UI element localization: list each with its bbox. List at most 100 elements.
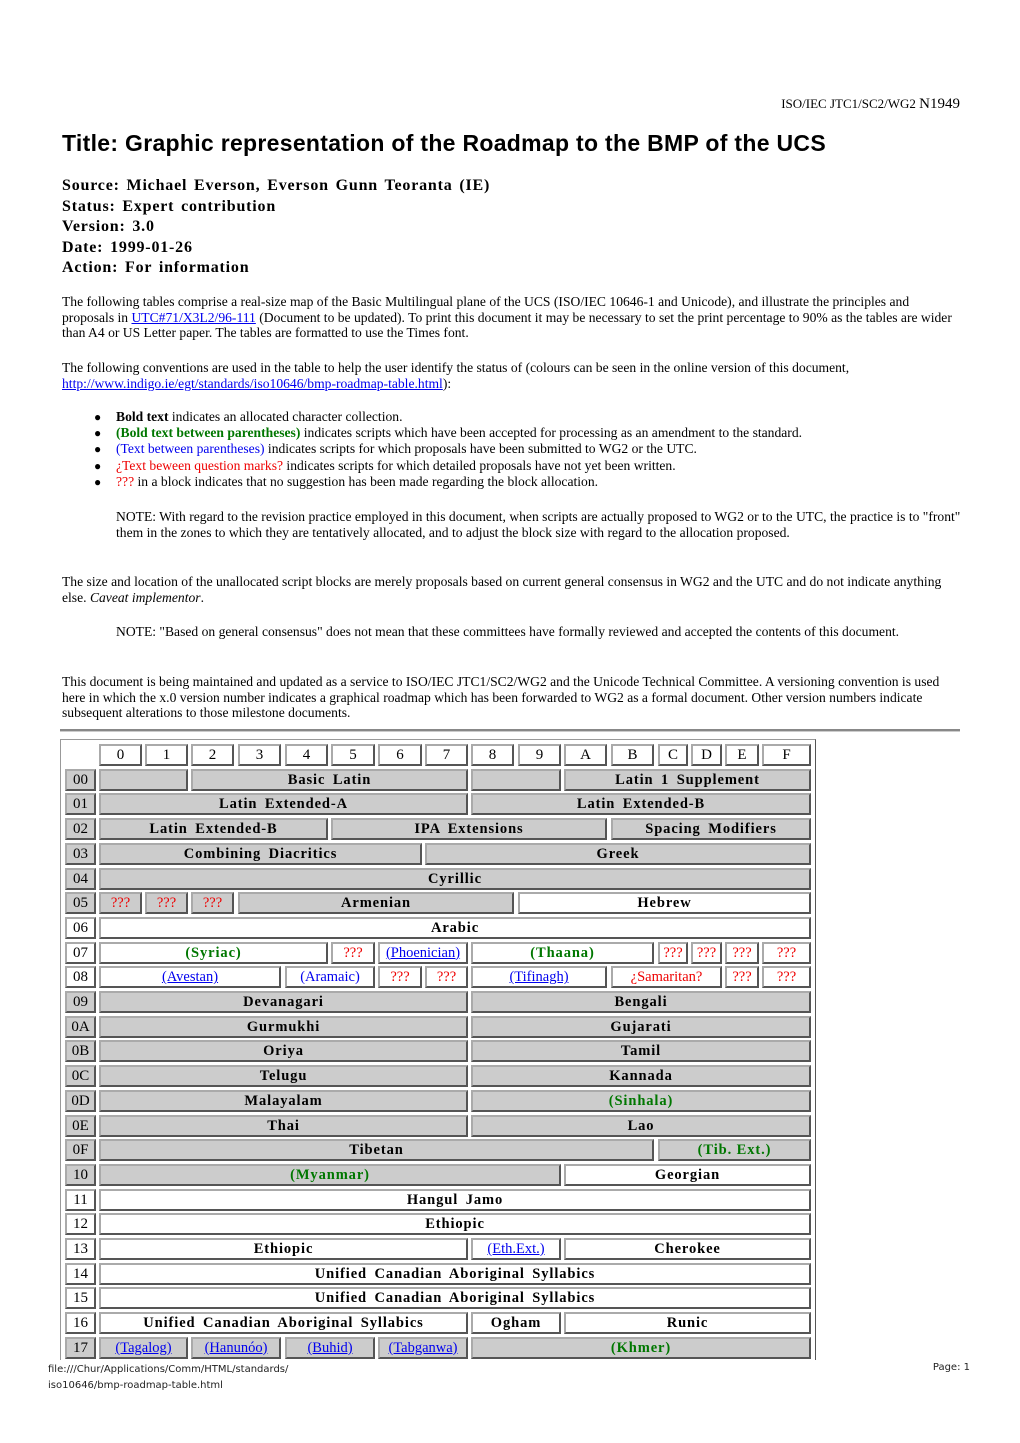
note-general-consensus: NOTE: "Based on general consensus" does …: [116, 624, 900, 639]
block-label: ???: [663, 944, 683, 961]
document-reference: ISO/IEC JTC1/SC2/WG2 N1949: [781, 96, 960, 113]
script-block: Armenian: [238, 892, 514, 915]
page-title: Title: Graphic representation of the Roa…: [62, 130, 826, 156]
block-label[interactable]: (Buhid): [307, 1340, 352, 1356]
script-block: Ethiopic: [99, 1213, 811, 1236]
row-header: 12: [65, 1213, 96, 1236]
bullet-icon: ●: [94, 458, 102, 473]
proposed-script-link[interactable]: (Tabganwa): [378, 1336, 468, 1359]
row-header: 05: [65, 892, 96, 915]
legend-sample-blue: (Text between parentheses): [116, 441, 265, 457]
script-block: Spacing Modifiers: [611, 818, 811, 841]
block-label[interactable]: (Eth.Ext.): [487, 1241, 544, 1257]
accepted-script-block: (Myanmar): [99, 1163, 561, 1186]
proposed-script-link[interactable]: (Buhid): [285, 1336, 375, 1359]
row-header: 01: [65, 793, 96, 816]
script-block: Hangul Jamo: [99, 1188, 811, 1211]
block-label[interactable]: (Tagalog): [115, 1340, 171, 1356]
column-header: 0: [99, 744, 142, 766]
script-block: Thai: [99, 1114, 468, 1137]
proposed-script-link[interactable]: (Hanunóo): [191, 1336, 281, 1359]
legend-sample-bold: Bold text: [116, 409, 169, 424]
block-label: ¿Samaritan?: [630, 969, 703, 986]
empty-block: [471, 768, 561, 791]
script-block: Georgian: [564, 1163, 811, 1186]
script-block: Unified Canadian Aboriginal Syllabics: [99, 1262, 811, 1285]
block-label[interactable]: (Tabganwa): [388, 1340, 457, 1356]
column-header: 8: [471, 744, 514, 766]
legend-item: ● Bold text indicates an allocated charac…: [94, 409, 802, 425]
block-label: Unified Canadian Aboriginal Syllabics: [143, 1315, 424, 1332]
proposed-script-link[interactable]: (Avestan): [99, 966, 281, 989]
block-label: Unified Canadian Aboriginal Syllabics: [314, 1290, 596, 1307]
block-label[interactable]: (Tifinagh): [509, 969, 568, 985]
column-header: 9: [518, 744, 561, 766]
block-label: ???: [732, 969, 752, 986]
script-block: Latin Extended-B: [471, 793, 811, 816]
script-block: Cherokee: [564, 1238, 811, 1260]
script-block: Bengali: [471, 991, 811, 1013]
row-header: 10: [65, 1163, 96, 1186]
utc-document-link[interactable]: UTC#71/X3L2/96-111: [131, 310, 255, 325]
empty-block: [99, 768, 188, 791]
script-block: Telugu: [99, 1065, 468, 1088]
block-label: Unified Canadian Aboriginal Syllabics: [314, 1265, 596, 1282]
legend-item: ● (Text between parentheses) indicates sc…: [94, 441, 802, 457]
block-label: ???: [156, 895, 177, 912]
block-label: Latin Extended-B: [149, 821, 278, 838]
unassigned-block: ???: [99, 892, 142, 915]
legend-item: ● (Bold text between parentheses) indicat…: [94, 425, 802, 441]
legend-description: indicates scripts for which proposals ha…: [264, 441, 697, 457]
online-version-link[interactable]: http://www.indigo.ie/egt/standards/iso10…: [62, 376, 443, 391]
row-header: 06: [65, 916, 96, 939]
column-header: B: [611, 744, 654, 766]
unassigned-block: ???: [331, 941, 375, 964]
block-label: Ethiopic: [425, 1216, 485, 1233]
horizontal-rule: [60, 729, 960, 732]
block-label: Georgian: [654, 1166, 721, 1183]
proposed-script-link[interactable]: (Phoenician): [378, 941, 468, 964]
proposed-script-link[interactable]: (Eth.Ext.): [471, 1238, 561, 1260]
accepted-script-block: (Syriac): [99, 941, 328, 964]
column-header: 2: [191, 744, 234, 766]
row-header: 14: [65, 1262, 96, 1285]
block-label[interactable]: (Hanunóo): [205, 1340, 268, 1356]
script-block: Latin 1 Supplement: [564, 768, 811, 791]
script-block: Gurmukhi: [99, 1015, 468, 1038]
unassigned-block: ???: [691, 941, 722, 964]
meta-date: Date: 1999-01-26: [62, 238, 193, 256]
legend-sample-green: (Bold text between parentheses): [116, 425, 301, 441]
note-revision-practice: NOTE: With regard to the revision practi…: [116, 509, 961, 540]
unwritten-proposal-block: ¿Samaritan?: [611, 966, 722, 989]
unassigned-block: ???: [762, 941, 811, 964]
proposed-script-link[interactable]: (Tifinagh): [471, 966, 607, 989]
column-header: 6: [378, 744, 422, 766]
row-header: 0A: [65, 1015, 96, 1038]
unassigned-block: ???: [762, 966, 811, 989]
block-label: Latin Extended-B: [576, 796, 706, 813]
block-label: ???: [110, 895, 131, 912]
unassigned-block: ???: [725, 966, 759, 989]
block-label[interactable]: (Avestan): [162, 969, 218, 985]
block-label: ???: [343, 944, 363, 961]
script-block: Lao: [471, 1114, 811, 1137]
block-label: (Sinhala): [608, 1092, 674, 1109]
row-header: 04: [65, 867, 96, 890]
meta-version: Version: 3.0: [62, 218, 155, 235]
legend-sample-unknown: ???: [116, 473, 135, 489]
row-header: 0F: [65, 1139, 96, 1162]
block-label[interactable]: (Phoenician): [386, 945, 460, 961]
script-block: Latin Extended-B: [99, 818, 328, 841]
row-header: 08: [65, 966, 96, 989]
block-label: ???: [696, 944, 717, 961]
row-header: 0D: [65, 1089, 96, 1112]
legend-description: in a block indicates that no suggestion …: [134, 473, 599, 489]
row-header: 03: [65, 842, 96, 865]
bullet-icon: ●: [94, 426, 102, 441]
block-label: Cyrillic: [428, 870, 482, 887]
script-block: IPA Extensions: [331, 818, 607, 841]
block-label: Bengali: [614, 994, 668, 1010]
proposed-script-link[interactable]: (Tagalog): [99, 1336, 188, 1359]
script-block: Ogham: [471, 1312, 561, 1335]
row-header: 0E: [65, 1114, 96, 1137]
